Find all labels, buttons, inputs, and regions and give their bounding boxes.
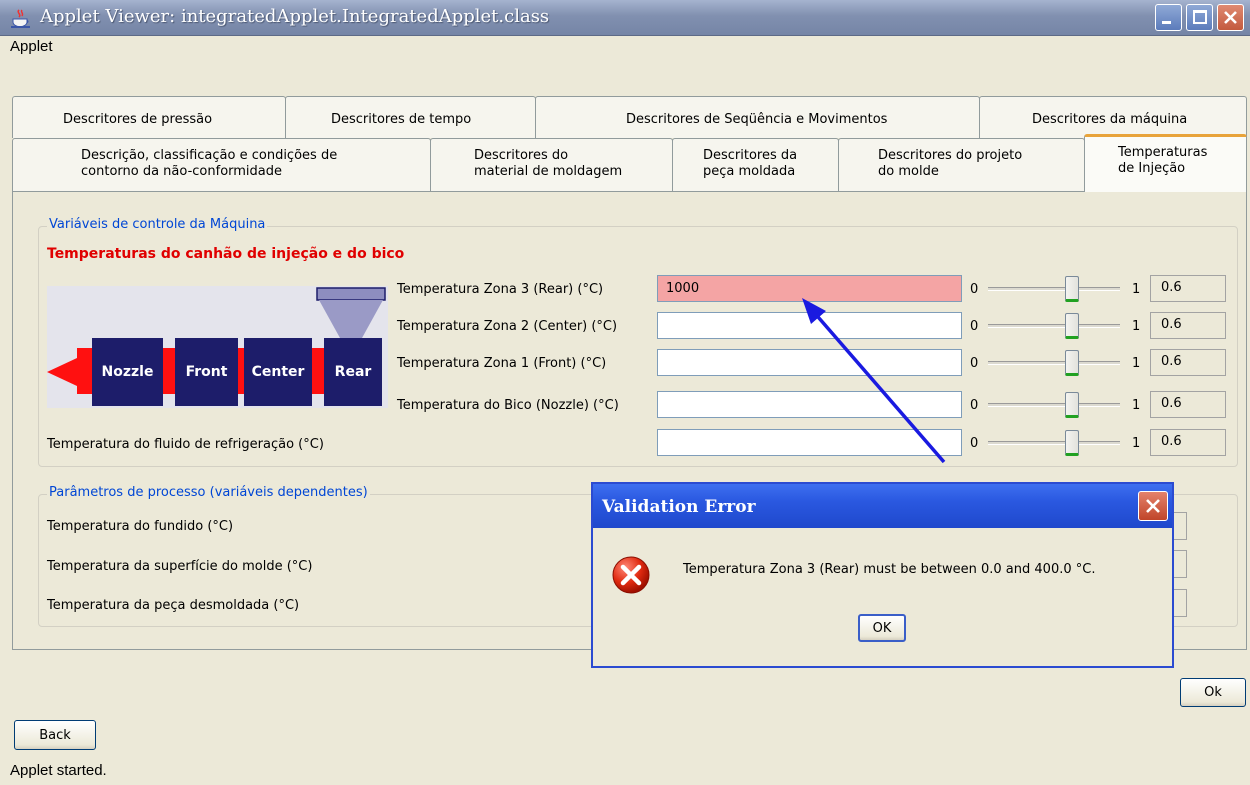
window-title: Applet Viewer: integratedApplet.Integrat… (40, 6, 550, 27)
tab-label-line2: material de moldagem (474, 164, 623, 179)
close-icon (1224, 11, 1237, 24)
dialog-close-button[interactable] (1138, 491, 1168, 521)
diagram-separator (312, 348, 324, 394)
tab-label-line1: Descritores da (703, 148, 798, 163)
diagram-label-center: Center (244, 338, 312, 406)
zone2-slider-thumb[interactable] (1065, 313, 1079, 339)
zone1-slider-min: 0 (970, 356, 979, 371)
zone2-slider-max: 1 (1132, 319, 1141, 334)
status-bar-text: Applet started. (10, 762, 107, 779)
coolant-slider-thumb[interactable] (1065, 430, 1079, 456)
tab-label-line1: Descritores do projeto (878, 148, 1023, 163)
tab-descritores-pressao[interactable]: Descritores de pressão (12, 96, 286, 138)
diagram-label-rear: Rear (324, 338, 382, 406)
coolant-slider-track[interactable] (988, 441, 1120, 445)
validation-error-dialog: Validation Error Temperatura Zona 3 (Rea… (591, 482, 1174, 668)
zone2-slider-track[interactable] (988, 324, 1120, 328)
mold-surface-field-edge (1173, 550, 1187, 578)
zone2-slider-min: 0 (970, 319, 979, 334)
dialog-ok-button[interactable]: OK (858, 614, 906, 642)
tab-label-line1: Descritores do (474, 148, 569, 163)
tab-descritores-maquina[interactable]: Descritores da máquina (979, 96, 1247, 138)
maximize-icon (1193, 10, 1207, 24)
ejected-part-temp-label: Temperatura da peça desmoldada (°C) (47, 598, 300, 613)
zone3-slider-track[interactable] (988, 287, 1120, 291)
tab-label-line1: Descrição, classificação e condições de (81, 148, 338, 163)
close-icon (1146, 499, 1160, 513)
ejected-part-field-edge (1173, 589, 1187, 617)
nozzle-slider-min: 0 (970, 398, 979, 413)
tab-label: Descritores de tempo (331, 112, 472, 127)
dialog-message: Temperatura Zona 3 (Rear) must be betwee… (683, 562, 1096, 577)
zone3-slider-max: 1 (1132, 282, 1141, 297)
nozzle-temp-label: Temperatura do Bico (Nozzle) (°C) (397, 398, 619, 413)
nozzle-tip-icon (47, 358, 77, 386)
zone2-slider-value: 0.6 (1150, 312, 1226, 339)
zone1-input[interactable] (657, 349, 962, 376)
diagram-label-front: Front (175, 338, 238, 406)
zone1-slider-max: 1 (1132, 356, 1141, 371)
menu-applet[interactable]: Applet (10, 38, 53, 55)
tab-descritores-sequencia[interactable]: Descritores de Seqüência e Movimentos (535, 96, 980, 138)
maximize-button[interactable] (1186, 4, 1213, 31)
back-button[interactable]: Back (14, 720, 96, 750)
dialog-title-bar[interactable]: Validation Error (593, 484, 1172, 528)
zone1-slider-value: 0.6 (1150, 349, 1226, 376)
menu-bar: Applet (0, 36, 1250, 58)
tab-descricao-nao-conformidade[interactable]: Descrição, classificação e condições de … (12, 138, 431, 191)
zone3-slider-min: 0 (970, 282, 979, 297)
tab-peca-moldada[interactable]: Descritores da peça moldada (672, 138, 839, 191)
coolant-temp-label: Temperatura do fluido de refrigeração (°… (47, 437, 324, 452)
nozzle-slider-value: 0.6 (1150, 391, 1226, 418)
minimize-icon (1162, 21, 1171, 24)
tab-temperaturas-injecao[interactable]: Temperaturas de Injeção (1084, 134, 1247, 192)
window-title-bar[interactable]: Applet Viewer: integratedApplet.Integrat… (0, 0, 1250, 36)
coolant-slider-min: 0 (970, 436, 979, 451)
close-button[interactable] (1217, 4, 1244, 31)
melt-temp-label: Temperatura do fundido (°C) (47, 519, 234, 534)
ok-button[interactable]: Ok (1180, 678, 1246, 707)
tab-label-line1: Temperaturas (1118, 145, 1208, 160)
injection-barrel-diagram: Nozzle Front Center Rear (47, 286, 388, 408)
zone3-slider-thumb[interactable] (1065, 276, 1079, 302)
tab-material-moldagem[interactable]: Descritores do material de moldagem (430, 138, 673, 191)
zone3-input[interactable] (657, 275, 962, 302)
tab-label: Descritores da máquina (1032, 112, 1188, 127)
zone1-slider-track[interactable] (988, 361, 1120, 365)
machine-variables-group-title: Variáveis de controle da Máquina (47, 217, 268, 232)
barrel-temperatures-heading: Temperaturas do canhão de injeção e do b… (47, 246, 405, 262)
java-cup-icon (11, 9, 30, 28)
zone3-label: Temperatura Zona 3 (Rear) (°C) (397, 282, 604, 297)
zone2-label: Temperatura Zona 2 (Center) (°C) (397, 319, 618, 334)
zone3-slider-value: 0.6 (1150, 275, 1226, 302)
nozzle-slider-max: 1 (1132, 398, 1141, 413)
coolant-slider-max: 1 (1132, 436, 1141, 451)
tab-label-line2: contorno da não-conformidade (81, 164, 283, 179)
tab-label: Descritores de pressão (63, 112, 213, 127)
tab-projeto-molde[interactable]: Descritores do projeto do molde (838, 138, 1085, 191)
tab-label-line2: do molde (878, 164, 939, 179)
zone1-label: Temperatura Zona 1 (Front) (°C) (397, 356, 607, 371)
nozzle-temp-input[interactable] (657, 391, 962, 418)
tab-label: Descritores de Seqüência e Movimentos (626, 112, 888, 127)
nozzle-slider-thumb[interactable] (1065, 392, 1079, 418)
dialog-title: Validation Error (602, 497, 756, 517)
diagram-separator (163, 348, 175, 394)
error-icon (612, 556, 650, 594)
zone1-slider-thumb[interactable] (1065, 350, 1079, 376)
coolant-slider-value: 0.6 (1150, 429, 1226, 456)
tab-label-line2: de Injeção (1118, 161, 1186, 176)
minimize-button[interactable] (1155, 4, 1182, 31)
tab-label-line2: peça moldada (703, 164, 796, 179)
zone2-input[interactable] (657, 312, 962, 339)
nozzle-slider-track[interactable] (988, 403, 1120, 407)
coolant-temp-input[interactable] (657, 429, 962, 456)
process-parameters-group-title: Parâmetros de processo (variáveis depend… (47, 485, 370, 500)
melt-temp-field-edge (1173, 512, 1187, 540)
mold-surface-temp-label: Temperatura da superfície do molde (°C) (47, 559, 313, 574)
diagram-label-nozzle: Nozzle (92, 338, 163, 406)
tab-descritores-tempo[interactable]: Descritores de tempo (285, 96, 536, 138)
